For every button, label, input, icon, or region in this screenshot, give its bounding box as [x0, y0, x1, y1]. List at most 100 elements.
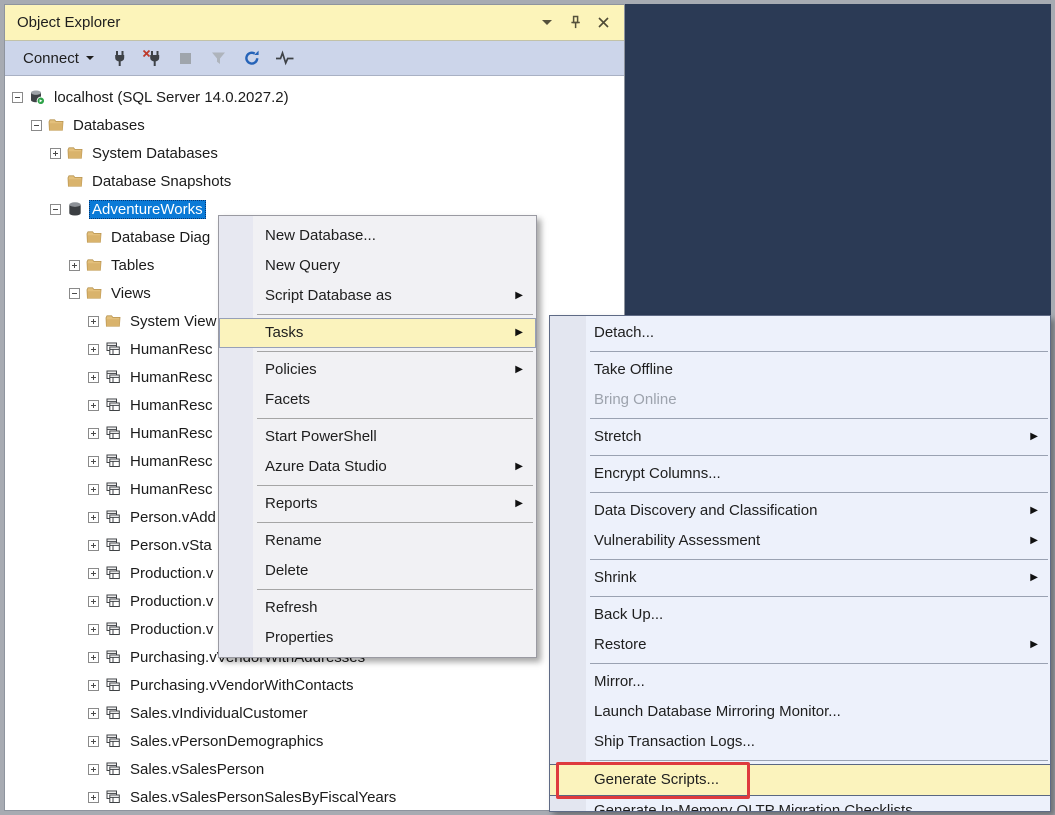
- expand-icon[interactable]: [88, 372, 99, 383]
- expand-icon[interactable]: [88, 316, 99, 327]
- menu-separator: [590, 351, 1048, 352]
- disconnect-plug-icon[interactable]: [140, 46, 166, 70]
- database-icon: [67, 201, 83, 217]
- collapse-icon[interactable]: [12, 92, 23, 103]
- expand-icon[interactable]: [88, 344, 99, 355]
- menu-item-label: Bring Online: [594, 391, 677, 408]
- tree-row[interactable]: Databases: [5, 111, 624, 139]
- menu-item-start-powershell[interactable]: Start PowerShell: [219, 422, 536, 452]
- submenu-arrow-icon: ▶: [1030, 496, 1038, 526]
- collapse-icon[interactable]: [69, 288, 80, 299]
- menu-item-script-database-as[interactable]: Script Database as▶: [219, 281, 536, 311]
- expand-icon[interactable]: [88, 680, 99, 691]
- menu-item-launch-database-mirroring-monitor[interactable]: Launch Database Mirroring Monitor...: [550, 697, 1050, 727]
- expand-icon[interactable]: [88, 428, 99, 439]
- menu-item-tasks[interactable]: Tasks▶: [219, 318, 536, 348]
- collapse-icon[interactable]: [50, 204, 61, 215]
- server-icon: [29, 89, 45, 105]
- pin-icon[interactable]: [564, 12, 586, 34]
- view-icon: [105, 481, 121, 497]
- menu-separator: [590, 455, 1048, 456]
- tree-row[interactable]: Purchasing.vVendorWithContacts: [5, 671, 624, 699]
- expand-icon[interactable]: [88, 624, 99, 635]
- view-icon: [105, 425, 121, 441]
- window-menu-chevron-icon[interactable]: [536, 12, 558, 34]
- menu-item-label: Launch Database Mirroring Monitor...: [594, 703, 841, 720]
- connect-dropdown-chevron-icon: [86, 56, 94, 60]
- view-icon: [105, 565, 121, 581]
- tree-row[interactable]: Sales.vSalesPerson: [5, 755, 624, 783]
- tree-row[interactable]: localhost (SQL Server 14.0.2027.2): [5, 83, 624, 111]
- menu-item-take-offline[interactable]: Take Offline: [550, 355, 1050, 385]
- menu-item-shrink[interactable]: Shrink▶: [550, 563, 1050, 593]
- menu-item-rename[interactable]: Rename: [219, 526, 536, 556]
- menu-item-properties[interactable]: Properties: [219, 623, 536, 653]
- menu-item-generate-in-memory-oltp-migration-checklists[interactable]: Generate In-Memory OLTP Migration Checkl…: [550, 796, 1050, 812]
- folder-icon: [86, 229, 102, 245]
- menu-separator: [257, 485, 533, 486]
- expand-icon[interactable]: [88, 512, 99, 523]
- menu-item-reports[interactable]: Reports▶: [219, 489, 536, 519]
- menu-item-policies[interactable]: Policies ▶: [219, 355, 536, 385]
- menu-item-label: Policies: [265, 361, 317, 378]
- connect-button[interactable]: Connect: [17, 46, 100, 71]
- menu-item-delete[interactable]: Delete: [219, 556, 536, 586]
- menu-item-stretch[interactable]: Stretch▶: [550, 422, 1050, 452]
- menu-item-azure-data-studio[interactable]: Azure Data Studio▶: [219, 452, 536, 482]
- tree-row[interactable]: Sales.vSalesPersonSalesByFiscalYears: [5, 783, 624, 810]
- activity-monitor-icon[interactable]: [272, 46, 298, 70]
- menu-item-detach[interactable]: Detach...: [550, 318, 1050, 348]
- close-icon[interactable]: [592, 12, 614, 34]
- menu-item-label: Mirror...: [594, 673, 645, 690]
- tree-item-label: Views: [108, 284, 154, 303]
- menu-item-label: New Query: [265, 257, 340, 274]
- expand-icon[interactable]: [50, 148, 61, 159]
- folder-icon: [67, 173, 83, 189]
- expand-icon[interactable]: [88, 400, 99, 411]
- menu-item-encrypt-columns[interactable]: Encrypt Columns...: [550, 459, 1050, 489]
- view-icon: [105, 593, 121, 609]
- view-icon: [105, 341, 121, 357]
- menu-item-refresh[interactable]: Refresh: [219, 593, 536, 623]
- menu-item-new-database[interactable]: New Database...: [219, 221, 536, 251]
- tree-row[interactable]: Sales.vIndividualCustomer: [5, 699, 624, 727]
- expand-icon[interactable]: [88, 792, 99, 803]
- menu-item-mirror[interactable]: Mirror...: [550, 667, 1050, 697]
- refresh-icon[interactable]: [239, 46, 265, 70]
- menu-item-restore[interactable]: Restore▶: [550, 630, 1050, 660]
- menu-item-vulnerability-assessment[interactable]: Vulnerability Assessment▶: [550, 526, 1050, 556]
- tree-item-label: HumanResc: [127, 452, 216, 471]
- tree-row[interactable]: Database Snapshots: [5, 167, 624, 195]
- menu-item-label: Back Up...: [594, 606, 663, 623]
- collapse-icon[interactable]: [31, 120, 42, 131]
- expand-icon[interactable]: [88, 764, 99, 775]
- expand-icon[interactable]: [88, 596, 99, 607]
- menu-item-data-discovery-and-classification[interactable]: Data Discovery and Classification▶: [550, 496, 1050, 526]
- tree-row[interactable]: System Databases: [5, 139, 624, 167]
- expand-icon[interactable]: [88, 568, 99, 579]
- menu-item-new-query[interactable]: New Query: [219, 251, 536, 281]
- menu-item-facets[interactable]: Facets: [219, 385, 536, 415]
- expand-icon[interactable]: [88, 736, 99, 747]
- expand-icon[interactable]: [88, 484, 99, 495]
- menu-item-ship-transaction-logs[interactable]: Ship Transaction Logs...: [550, 727, 1050, 757]
- tree-item-label: Database Diag: [108, 228, 213, 247]
- expand-icon[interactable]: [88, 540, 99, 551]
- submenu-arrow-icon: ▶: [515, 355, 523, 385]
- expand-icon[interactable]: [88, 708, 99, 719]
- menu-item-label: Tasks: [265, 324, 303, 341]
- menu-item-label: Encrypt Columns...: [594, 465, 721, 482]
- menu-item-generate-scripts[interactable]: Generate Scripts...: [550, 764, 1050, 796]
- menu-item-back-up[interactable]: Back Up...: [550, 600, 1050, 630]
- expand-icon[interactable]: [69, 260, 80, 271]
- menu-item-label: Facets: [265, 391, 310, 408]
- tree-item-label: Sales.vIndividualCustomer: [127, 704, 311, 723]
- expand-icon[interactable]: [88, 456, 99, 467]
- submenu-arrow-icon: ▶: [1030, 630, 1038, 660]
- view-icon: [105, 649, 121, 665]
- view-icon: [105, 509, 121, 525]
- tree-row[interactable]: Sales.vPersonDemographics: [5, 727, 624, 755]
- connect-plug-icon[interactable]: [107, 46, 133, 70]
- expand-icon[interactable]: [88, 652, 99, 663]
- menu-item-label: Detach...: [594, 324, 654, 341]
